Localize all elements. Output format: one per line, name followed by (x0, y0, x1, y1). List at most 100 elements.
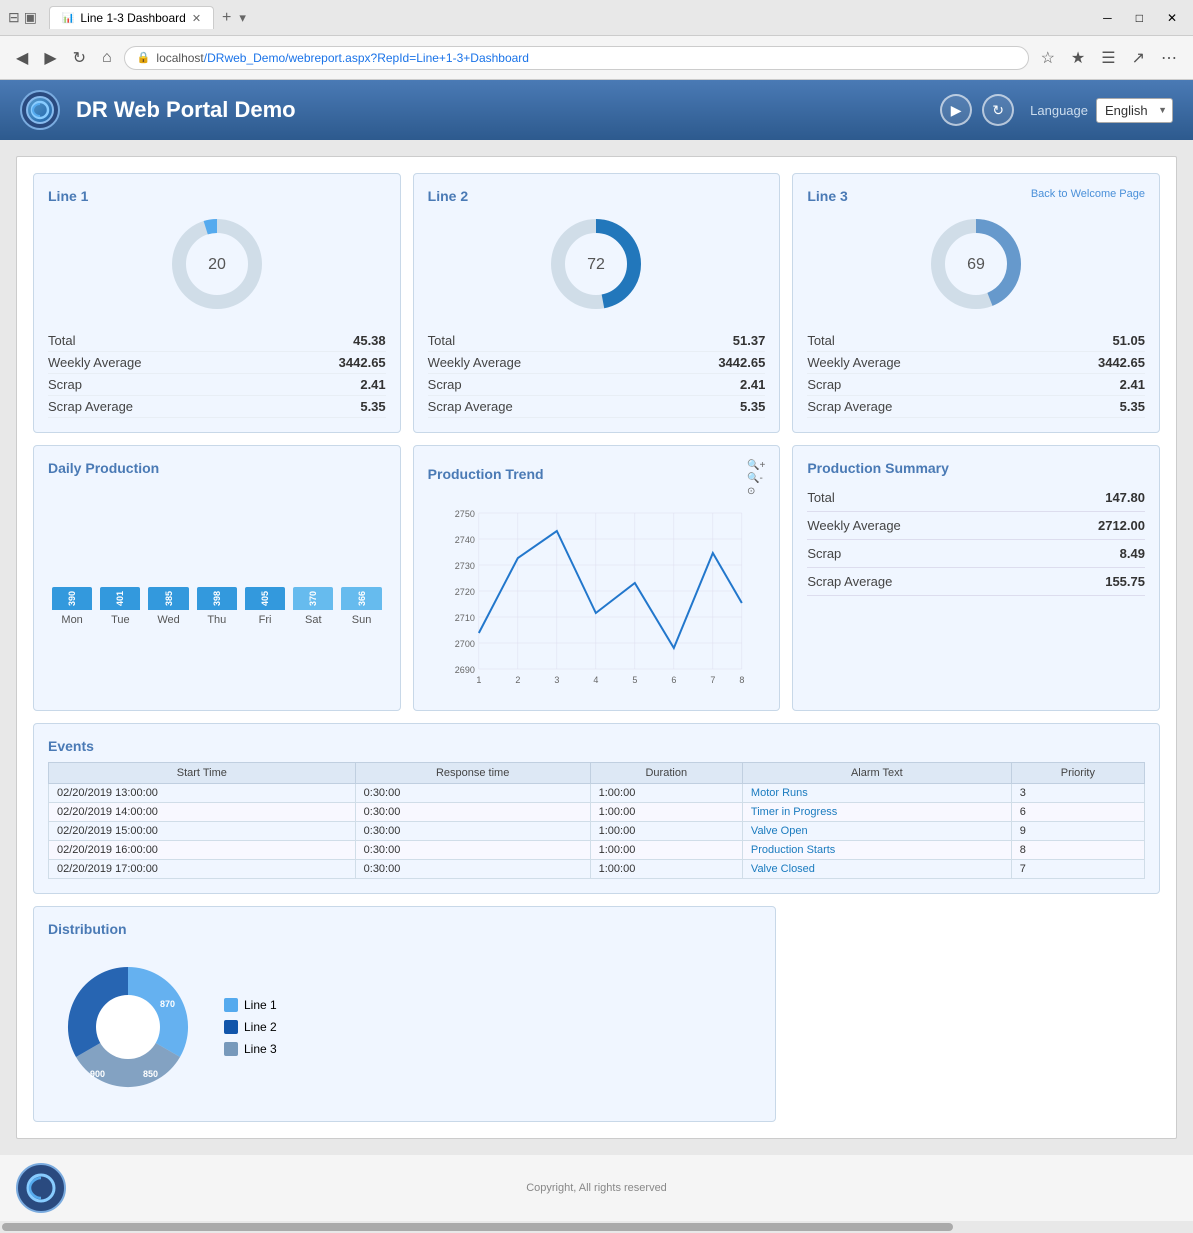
alarm-link-1[interactable]: Timer in Progress (751, 806, 837, 818)
active-tab[interactable]: 📊 Line 1-3 Dashboard ✕ (49, 6, 214, 29)
legend-line2-color (224, 1020, 238, 1034)
event-cell-alarm-4: Valve Closed (742, 860, 1011, 879)
hub-button[interactable]: ☰ (1097, 44, 1119, 72)
app-controls: ▶ ↻ (940, 94, 1014, 126)
event-cell-start-2: 02/20/2019 15:00:00 (49, 822, 356, 841)
tab-close-button[interactable]: ✕ (192, 12, 201, 25)
event-row-2: 02/20/2019 15:00:000:30:001:00:00Valve O… (49, 822, 1145, 841)
line3-stats: Total 51.05 Weekly Average 3442.65 Scrap… (807, 330, 1145, 418)
line2-stats: Total 51.37 Weekly Average 3442.65 Scrap… (428, 330, 766, 418)
summary-total-value: 147.80 (1105, 490, 1145, 505)
line3-weekly-value: 3442.65 (1098, 355, 1145, 370)
line1-donut: 20 (167, 214, 267, 314)
line3-scrap-avg-label: Scrap Average (807, 399, 892, 414)
bar-label-wed: 385 (164, 587, 174, 610)
event-cell-priority-4: 7 (1011, 860, 1144, 879)
address-text: localhost/DRweb_Demo/webreport.aspx?RepI… (156, 51, 529, 65)
bar-day-fri: Fri (259, 614, 272, 626)
win-icon: ⊟ (8, 9, 20, 26)
tab-title: Line 1-3 Dashboard (80, 11, 185, 25)
line2-header: Line 2 (428, 188, 766, 204)
summary-scrap-avg-label: Scrap Average (807, 574, 892, 589)
daily-production-title: Daily Production (48, 460, 159, 476)
event-cell-priority-0: 3 (1011, 784, 1144, 803)
event-cell-response-3: 0:30:00 (355, 841, 590, 860)
line2-weekly-row: Weekly Average 3442.65 (428, 352, 766, 374)
zoom-in-icon[interactable]: 🔍+ (747, 460, 765, 471)
legend-line1: Line 1 (224, 998, 277, 1012)
svg-text:8: 8 (739, 675, 744, 685)
bar-wrapper-tue: 401Tue (100, 587, 140, 626)
app-logo (20, 90, 60, 130)
horizontal-scrollbar[interactable] (0, 1221, 1193, 1233)
svg-text:5: 5 (632, 675, 637, 685)
alarm-link-3[interactable]: Production Starts (751, 844, 835, 856)
svg-text:2700: 2700 (454, 639, 474, 649)
play-button[interactable]: ▶ (940, 94, 972, 126)
close-button[interactable]: ✕ (1159, 7, 1185, 29)
distribution-donut-chart: 870 900 850 (48, 947, 208, 1107)
tab-favicon: 📊 (62, 13, 74, 24)
language-dropdown[interactable]: English (1096, 98, 1173, 123)
legend-line3-label: Line 3 (244, 1042, 277, 1056)
zoom-reset-icon[interactable]: ⊙ (747, 486, 765, 497)
line1-weekly-label: Weekly Average (48, 355, 141, 370)
daily-production-card: Daily Production 390Mon401Tue385Wed398Th… (33, 445, 401, 711)
footer-logo-icon (25, 1172, 57, 1204)
line1-scrap-row: Scrap 2.41 (48, 374, 386, 396)
line1-title: Line 1 (48, 188, 88, 204)
line2-total-label: Total (428, 333, 455, 348)
app-header: DR Web Portal Demo ▶ ↻ Language English (0, 80, 1193, 140)
logo-icon (30, 100, 50, 120)
favorites-button[interactable]: ★ (1067, 44, 1089, 72)
forward-button[interactable]: ▶ (40, 44, 60, 72)
svg-text:2750: 2750 (454, 509, 474, 519)
line3-donut: 69 (926, 214, 1026, 314)
svg-text:6: 6 (671, 675, 676, 685)
new-tab-button[interactable]: + (222, 9, 231, 27)
back-button[interactable]: ◀ (12, 44, 32, 72)
bar-wrapper-thu: 398Thu (197, 587, 237, 626)
line1-card: Line 1 20 Total 45.38 (33, 173, 401, 433)
distribution-card: Distribution (33, 906, 776, 1122)
tab-icon: ▣ (24, 9, 37, 26)
legend-line3-color (224, 1042, 238, 1056)
bar-label-fri: 405 (260, 587, 270, 610)
alarm-link-0[interactable]: Motor Runs (751, 787, 808, 799)
zoom-out-icon[interactable]: 🔍- (747, 473, 765, 484)
event-cell-duration-4: 1:00:00 (590, 860, 742, 879)
bar-wrapper-sun: 366Sun (341, 587, 381, 626)
maximize-button[interactable]: □ (1128, 7, 1151, 29)
line2-weekly-label: Weekly Average (428, 355, 521, 370)
line3-scrap-label: Scrap (807, 377, 841, 392)
back-to-welcome-link[interactable]: Back to Welcome Page (1031, 188, 1145, 200)
refresh-button[interactable]: ↻ (69, 44, 90, 72)
line3-title: Line 3 (807, 188, 847, 204)
refresh-app-button[interactable]: ↻ (982, 94, 1014, 126)
more-button[interactable]: ⋯ (1157, 44, 1181, 72)
tab-menu-button[interactable]: ▾ (239, 10, 246, 26)
scroll-thumb[interactable] (2, 1223, 953, 1231)
main-content: Line 1 20 Total 45.38 (0, 140, 1193, 1155)
share-button[interactable]: ↗ (1128, 44, 1149, 72)
events-table-body: 02/20/2019 13:00:000:30:001:00:00Motor R… (49, 784, 1145, 879)
event-row-1: 02/20/2019 14:00:000:30:001:00:00Timer i… (49, 803, 1145, 822)
minimize-button[interactable]: ─ (1095, 7, 1120, 29)
alarm-link-4[interactable]: Valve Closed (751, 863, 815, 875)
address-bar[interactable]: 🔒 localhost/DRweb_Demo/webreport.aspx?Re… (124, 46, 1029, 70)
line3-total-row: Total 51.05 (807, 330, 1145, 352)
line3-weekly-row: Weekly Average 3442.65 (807, 352, 1145, 374)
bar-label-sat: 370 (308, 587, 318, 610)
production-summary-title: Production Summary (807, 460, 949, 476)
bar-label-mon: 390 (67, 587, 77, 610)
line1-scrap-avg-row: Scrap Average 5.35 (48, 396, 386, 418)
events-table: Start Time Response time Duration Alarm … (48, 762, 1145, 879)
bookmarks-button[interactable]: ☆ (1037, 44, 1059, 72)
alarm-link-2[interactable]: Valve Open (751, 825, 808, 837)
home-button[interactable]: ⌂ (98, 45, 116, 71)
production-summary-card: Production Summary Total 147.80 Weekly A… (792, 445, 1160, 711)
trend-chart-svg: 2750 2740 2730 2720 2710 2700 2690 (428, 503, 766, 693)
svg-text:870: 870 (160, 999, 175, 1009)
bar-chart: 390Mon401Tue385Wed398Thu405Fri370Sat366S… (48, 486, 386, 626)
events-header-row: Start Time Response time Duration Alarm … (49, 763, 1145, 784)
